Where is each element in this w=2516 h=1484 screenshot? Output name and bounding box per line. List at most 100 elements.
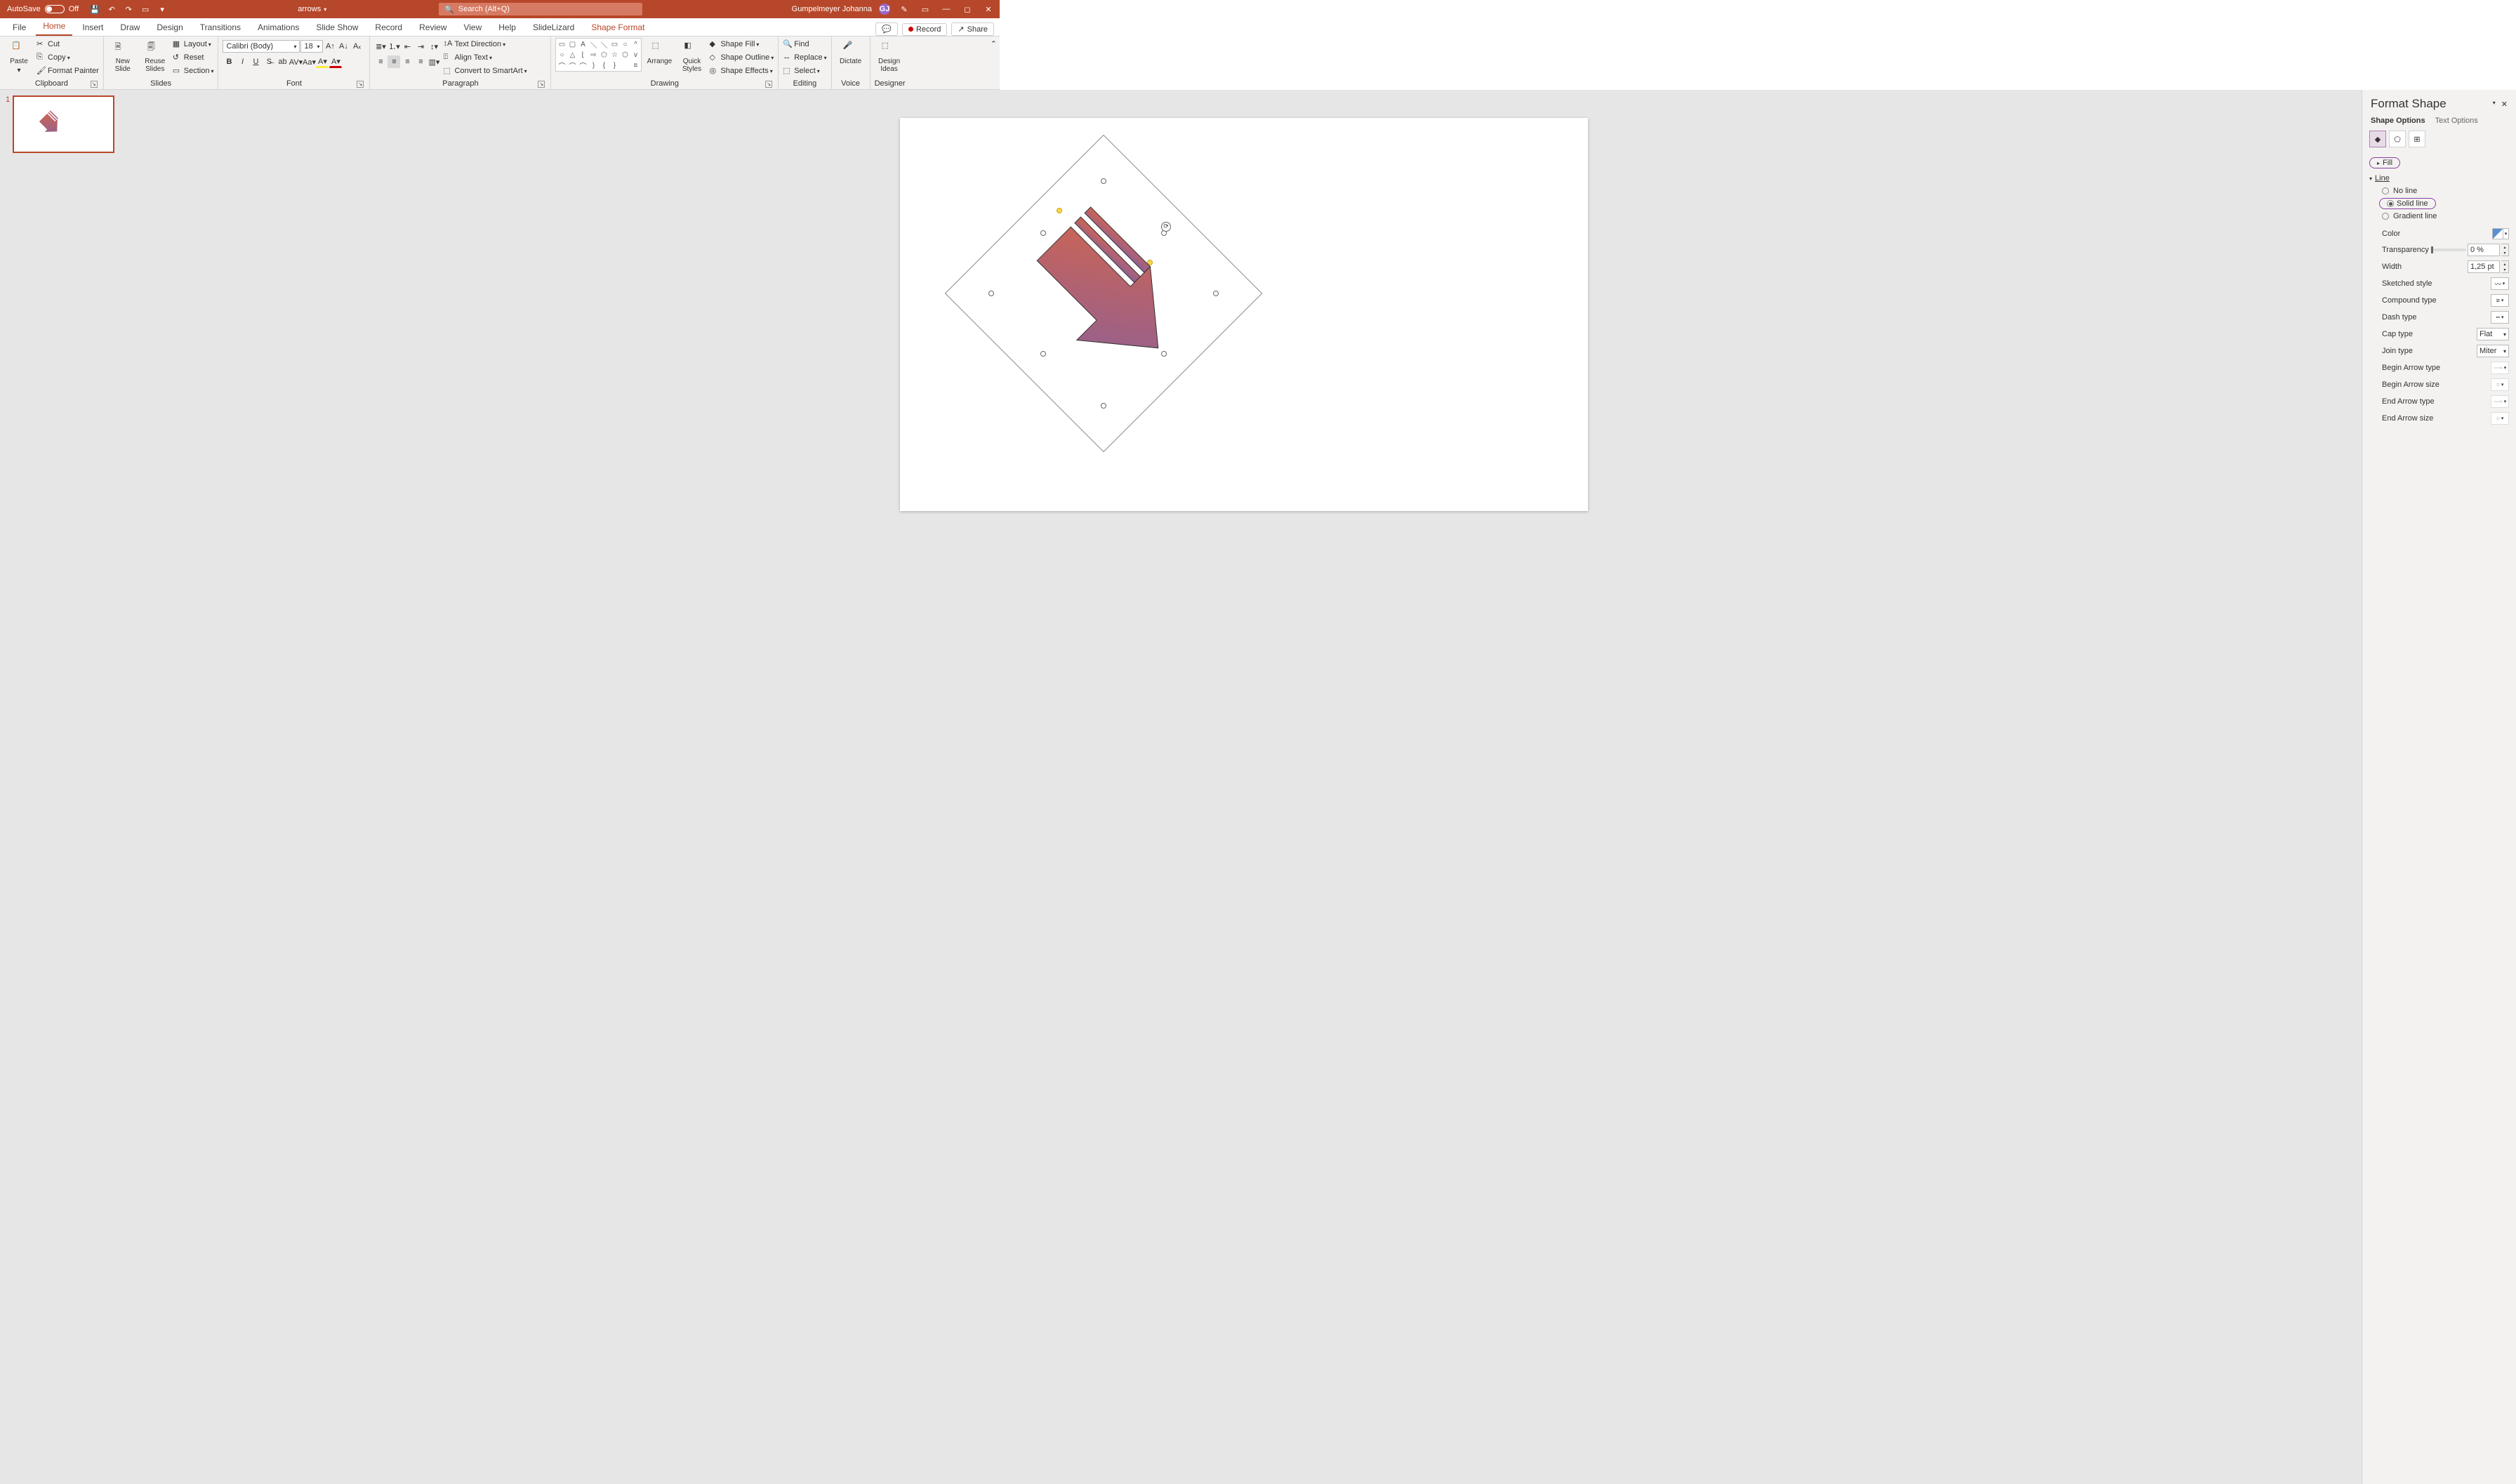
thumbnail-slide-1[interactable]: 1 xyxy=(6,95,121,153)
record-button[interactable]: Record xyxy=(902,23,947,36)
decrease-indent-button[interactable]: ⇤ xyxy=(401,40,413,53)
find-button[interactable]: 🔍Find xyxy=(783,38,826,51)
new-slide-button[interactable]: 🗎New Slide xyxy=(108,38,138,73)
width-spinner[interactable]: ▴▾ xyxy=(2501,260,2509,273)
line-spacing-button[interactable]: ↕▾ xyxy=(428,40,440,53)
design-ideas-button[interactable]: ⬚Design Ideas xyxy=(875,38,904,73)
tab-help[interactable]: Help xyxy=(491,19,523,36)
case-button[interactable]: Aa▾ xyxy=(303,55,315,68)
redo-icon[interactable]: ↷ xyxy=(124,4,133,14)
align-text-button[interactable]: ⍐Align Text▾ xyxy=(443,51,527,64)
collapse-ribbon-button[interactable]: ⌃ xyxy=(988,37,1000,89)
font-size-combo[interactable]: 18▾ xyxy=(300,40,323,53)
transparency-spinner[interactable]: ▴▾ xyxy=(2501,244,2509,256)
fill-line-category-icon[interactable]: ◆ xyxy=(2369,131,2386,147)
justify-button[interactable]: ≡ xyxy=(414,55,427,68)
layout-button[interactable]: ▦Layout▾ xyxy=(173,38,214,51)
comments-button[interactable]: 💬 xyxy=(875,22,898,36)
paste-button[interactable]: 📋 Paste▾ xyxy=(4,38,34,74)
tab-draw[interactable]: Draw xyxy=(113,19,147,36)
cap-combo[interactable]: Flat▾ xyxy=(2477,328,2509,340)
numbering-button[interactable]: ⒈▾ xyxy=(388,40,400,53)
paragraph-launcher[interactable]: ↘ xyxy=(538,81,545,88)
solid-line-radio[interactable]: Solid line xyxy=(2369,197,2509,211)
transparency-input[interactable]: 0 % xyxy=(2468,244,2500,256)
width-input[interactable]: 1,25 pt xyxy=(2468,260,2500,273)
user-name[interactable]: Gumpelmeyer Johanna xyxy=(792,5,872,13)
document-title[interactable]: arrows ▾ xyxy=(298,5,326,13)
canvas-area[interactable]: ⟳ xyxy=(126,90,2362,1484)
format-painter-button[interactable]: 🖌Format Painter xyxy=(37,65,99,77)
undo-icon[interactable]: ↶ xyxy=(107,4,117,14)
transparency-slider[interactable] xyxy=(2431,249,2466,251)
present-icon[interactable]: ▭ xyxy=(140,4,150,14)
italic-button[interactable]: I xyxy=(236,55,249,68)
join-combo[interactable]: Miter▾ xyxy=(2477,345,2509,357)
tab-view[interactable]: View xyxy=(456,19,489,36)
compound-picker[interactable]: ≡▾ xyxy=(2491,294,2509,307)
replace-button[interactable]: ↔Replace▾ xyxy=(783,51,826,64)
increase-font-icon[interactable]: A↑ xyxy=(324,40,336,53)
maximize-icon[interactable]: ◻ xyxy=(960,2,974,16)
shape-outline-button[interactable]: ◇Shape Outline▾ xyxy=(709,51,774,64)
bullets-button[interactable]: ≣▾ xyxy=(374,40,387,53)
tab-design[interactable]: Design xyxy=(150,19,190,36)
tab-home[interactable]: Home xyxy=(36,18,72,36)
tab-slideshow[interactable]: Slide Show xyxy=(309,19,365,36)
align-left-button[interactable]: ≡ xyxy=(374,55,387,68)
quick-styles-button[interactable]: ◧Quick Styles xyxy=(677,38,706,73)
decrease-font-icon[interactable]: A↓ xyxy=(337,40,350,53)
dash-picker[interactable]: ┅▾ xyxy=(2491,311,2509,324)
font-name-combo[interactable]: Calibri (Body)▾ xyxy=(223,40,300,53)
columns-button[interactable]: ▥▾ xyxy=(428,55,440,68)
section-button[interactable]: ▭Section▾ xyxy=(173,65,214,77)
close-icon[interactable]: ✕ xyxy=(981,2,995,16)
sketched-picker[interactable]: 〰▾ xyxy=(2491,277,2509,290)
line-section-toggle[interactable]: ▾ Line xyxy=(2369,171,2509,185)
save-icon[interactable]: 💾 xyxy=(90,4,100,14)
clipboard-launcher[interactable]: ↘ xyxy=(91,81,98,88)
reuse-slides-button[interactable]: 🗐Reuse Slides xyxy=(140,38,170,73)
arrange-button[interactable]: ⬚Arrange xyxy=(644,38,674,65)
tab-record[interactable]: Record xyxy=(368,19,409,36)
cut-button[interactable]: ✂Cut xyxy=(37,38,99,51)
drawing-launcher[interactable]: ↘ xyxy=(765,81,772,88)
search-input[interactable]: 🔍 Search (Alt+Q) xyxy=(439,3,642,15)
pane-options-icon[interactable]: ▾ xyxy=(2493,100,2496,109)
tab-insert[interactable]: Insert xyxy=(75,19,110,36)
tab-shape-format[interactable]: Shape Format xyxy=(584,19,651,36)
copy-button[interactable]: ⎘Copy▾ xyxy=(37,51,99,64)
dictate-button[interactable]: 🎤Dictate xyxy=(836,38,866,65)
share-button[interactable]: ↗Share xyxy=(951,22,994,36)
clear-format-icon[interactable]: Aₓ xyxy=(350,40,363,53)
line-color-picker[interactable]: ▾ xyxy=(2492,228,2509,239)
underline-button[interactable]: U xyxy=(249,55,262,68)
tab-text-options[interactable]: Text Options xyxy=(2435,117,2478,125)
text-direction-button[interactable]: ↕AText Direction▾ xyxy=(443,38,527,51)
tab-slidelizard[interactable]: SlideLizard xyxy=(526,19,581,36)
spacing-button[interactable]: AV▾ xyxy=(289,55,302,68)
font-color-button[interactable]: A▾ xyxy=(329,55,342,68)
increase-indent-button[interactable]: ⇥ xyxy=(414,40,427,53)
coming-soon-icon[interactable]: ✎ xyxy=(897,2,911,16)
autosave-toggle[interactable]: AutoSave Off xyxy=(0,5,86,13)
convert-smartart-button[interactable]: ⬚Convert to SmartArt▾ xyxy=(443,65,527,77)
size-category-icon[interactable]: ⊞ xyxy=(2409,131,2425,147)
tab-animations[interactable]: Animations xyxy=(251,19,306,36)
arrow-shape[interactable] xyxy=(991,181,1216,406)
selection-box[interactable]: ⟳ xyxy=(991,181,1216,406)
shadow-button[interactable]: ab xyxy=(276,55,289,68)
qat-more-icon[interactable]: ▾ xyxy=(157,4,167,14)
align-center-button[interactable]: ≡ xyxy=(388,55,400,68)
shape-fill-button[interactable]: ◆Shape Fill▾ xyxy=(709,38,774,51)
slide-canvas[interactable]: ⟳ xyxy=(900,118,1588,511)
pane-close-icon[interactable]: ✕ xyxy=(2501,100,2508,109)
effects-category-icon[interactable]: ⬠ xyxy=(2389,131,2406,147)
shape-effects-button[interactable]: ◎Shape Effects▾ xyxy=(709,65,774,77)
strike-button[interactable]: S̶ xyxy=(263,55,275,68)
ribbon-display-icon[interactable]: ▭ xyxy=(918,2,932,16)
tab-transitions[interactable]: Transitions xyxy=(193,19,248,36)
tab-shape-options[interactable]: Shape Options xyxy=(2371,117,2425,125)
align-right-button[interactable]: ≡ xyxy=(401,55,413,68)
minimize-icon[interactable]: — xyxy=(939,2,953,16)
